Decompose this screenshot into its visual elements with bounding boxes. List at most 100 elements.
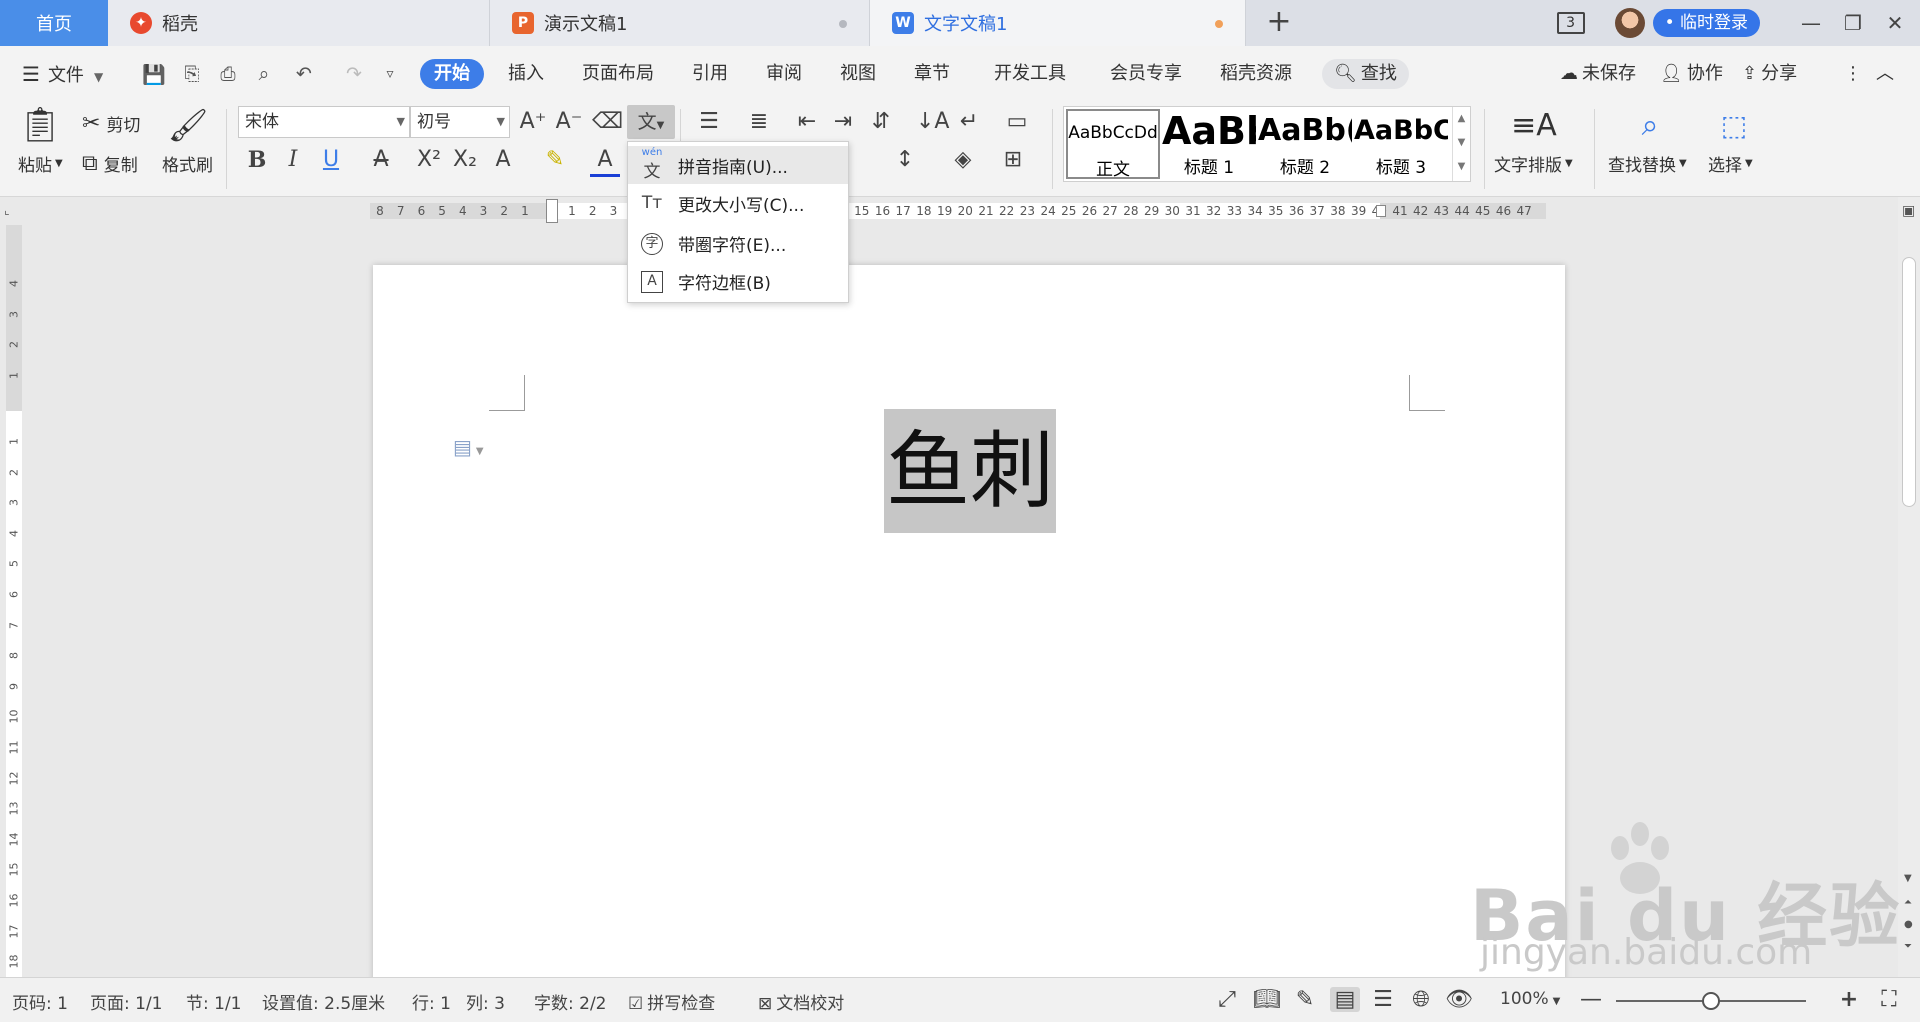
window-count-button[interactable]: 3 [1556,12,1585,34]
paste-button[interactable]: 粘贴 ▼ [18,151,63,176]
indent-marker-icon[interactable] [546,199,558,223]
borders-icon[interactable]: ⊞ [998,147,1028,172]
horizontal-ruler[interactable]: 8765432112345678910111213141516171819202… [0,197,1920,225]
search-button[interactable]: 🔍︎ 查找 [1322,59,1409,89]
more-icon[interactable]: ⋮ [1844,59,1862,89]
font-size-select[interactable]: 初号 ▼ [410,106,510,138]
line-break-icon[interactable]: ↵ [954,109,984,134]
page-view-icon[interactable]: ▤ [1330,987,1360,1012]
menu-item-pinyin-guide[interactable]: wén 文 拼音指南(U)... [628,146,848,184]
proofread-button[interactable]: ⊠ 文档校对 [758,989,844,1014]
zoom-slider-knob[interactable] [1702,992,1720,1010]
increase-indent-icon[interactable]: ⇥ [828,109,858,134]
tab-writer[interactable]: W 文字文稿1 [870,0,1246,46]
status-line[interactable]: 行: 1 [412,989,451,1014]
tab-presentation[interactable]: P 演示文稿1 [490,0,870,46]
bullet-list-icon[interactable]: ☰ [694,109,724,134]
paste-icon[interactable]: 📋︎ [18,105,62,145]
format-painter-button[interactable]: 格式刷 [162,151,213,176]
subscript-icon[interactable]: X₂ [450,147,480,172]
zoom-slider[interactable] [1616,992,1806,1010]
collab-button[interactable]: 👤︎ 协作 [1660,59,1723,89]
file-menu[interactable]: ☰ 文件 ▼ [22,59,103,89]
tab-view[interactable]: 视图 [840,59,876,89]
line-spacing-icon[interactable]: ↕ [890,147,920,172]
font-name-select[interactable]: 宋体 ▼ [238,106,410,138]
tab-page-layout[interactable]: 页面布局 [582,59,654,89]
tab-insert[interactable]: 插入 [508,59,544,89]
select-icon[interactable]: ⬚ [1712,105,1756,145]
tab-member[interactable]: 会员专享 [1110,59,1182,89]
status-section[interactable]: 节: 1/1 [186,989,242,1014]
fit-page-icon[interactable]: ⛶ [1874,987,1904,1012]
vertical-ruler[interactable]: 4 3 2 1 1 2 3 4 5 6 7 8 9 10 11 12 13 14 15 16 17 18 [0,225,26,977]
shading-icon[interactable]: ◈ [948,147,978,172]
shrink-font-icon[interactable]: A⁻ [554,109,584,134]
print-icon[interactable]: ⎙ [216,62,240,86]
pinyin-guide-button[interactable]: 文▼ [627,105,675,139]
print-preview-icon[interactable]: ⌕ [252,62,276,86]
scrollbar-thumb[interactable] [1902,257,1916,507]
decrease-indent-icon[interactable]: ⇤ [792,109,822,134]
new-tab-button[interactable]: + [1264,7,1294,38]
tab-chapter[interactable]: 章节 [914,59,950,89]
bold-icon[interactable]: B [242,147,272,173]
menu-item-change-case[interactable]: Tт 更改大小写(C)... [628,184,848,222]
tab-references[interactable]: 引用 [692,59,728,89]
style-heading-1[interactable]: AaBb 标题 1 [1162,109,1256,179]
document-page[interactable]: ▤ ▼ 鱼刺 [373,265,1565,977]
right-indent-marker-icon[interactable] [1376,205,1386,217]
sort-icon[interactable]: ↓A [916,109,949,134]
highlight-icon[interactable]: ✎ [540,147,570,172]
clear-format-icon[interactable]: ⌫ [592,109,623,134]
close-icon[interactable]: ✕ [1874,0,1916,46]
export-pdf-icon[interactable]: ⎘ [180,62,204,86]
avatar[interactable] [1614,8,1645,38]
edit-mode-icon[interactable]: ✎ [1290,987,1320,1012]
status-column[interactable]: 列: 3 [466,989,505,1014]
outline-view-icon[interactable]: ☰ [1368,987,1398,1012]
format-painter-icon[interactable]: 🖌︎ [168,105,209,145]
superscript-icon[interactable]: X² [414,147,444,172]
collapse-ribbon-icon[interactable]: ︿ [1876,59,1894,89]
tab-home-ribbon[interactable]: 开始 [420,59,484,89]
select-button[interactable]: 选择 ▼ [1708,151,1753,176]
text-direction-icon[interactable]: ⇵ [866,109,896,134]
tab-docer-resources[interactable]: 稻壳资源 [1220,59,1292,89]
fullscreen-icon[interactable]: ⤢ [1212,987,1242,1012]
minimize-icon[interactable]: — [1790,0,1832,46]
italic-icon[interactable]: I [278,147,308,172]
text-effect-icon[interactable]: A [488,147,518,172]
menu-item-char-border[interactable]: A 字符边框(B) [628,262,848,300]
grow-font-icon[interactable]: A⁺ [518,109,548,134]
tab-docer[interactable]: ✦ 稻壳 [108,0,490,46]
zoom-out-icon[interactable]: — [1576,987,1606,1012]
share-button[interactable]: ⇪ 分享 [1742,59,1797,89]
spell-check-button[interactable]: ☑ 拼写检查 [628,989,715,1014]
web-view-icon[interactable]: 🌐︎ [1406,987,1436,1012]
tab-stop-icon[interactable]: ⌞ [4,203,10,217]
unsaved-status[interactable]: ☁ 未保存 [1560,59,1636,89]
status-page-no[interactable]: 页码: 1 [12,989,68,1014]
status-setting[interactable]: 设置值: 2.5厘米 [262,989,385,1014]
style-heading-3[interactable]: AaBbC 标题 3 [1354,109,1448,179]
status-word-count[interactable]: 字数: 2/2 [534,989,607,1014]
status-pages[interactable]: 页面: 1/1 [90,989,163,1014]
selected-document-text[interactable]: 鱼刺 [884,409,1057,533]
zoom-select[interactable]: 100% ▼ [1500,989,1560,1009]
tab-home[interactable]: 首页 [0,0,108,46]
cut-button[interactable]: ✂ 剪切 [82,111,140,136]
numbered-list-icon[interactable]: ≣ [744,109,774,134]
underline-icon[interactable]: U [316,147,346,172]
redo-icon[interactable]: ↷ [342,62,366,86]
restore-icon[interactable]: ❐ [1832,0,1874,46]
undo-icon[interactable]: ↶ [292,62,316,86]
font-color-icon[interactable]: A [590,147,620,177]
style-heading-2[interactable]: AaBb( 标题 2 [1258,109,1352,179]
customize-toolbar-icon[interactable]: ▿ [378,62,402,86]
ruler-toggle-icon[interactable]: ▭ [1002,109,1032,134]
login-button[interactable]: • 临时登录 [1652,9,1760,37]
paragraph-layout-icon[interactable]: ▤ ▼ [453,435,484,459]
tab-review[interactable]: 审阅 [766,59,802,89]
tab-developer[interactable]: 开发工具 [994,59,1066,89]
